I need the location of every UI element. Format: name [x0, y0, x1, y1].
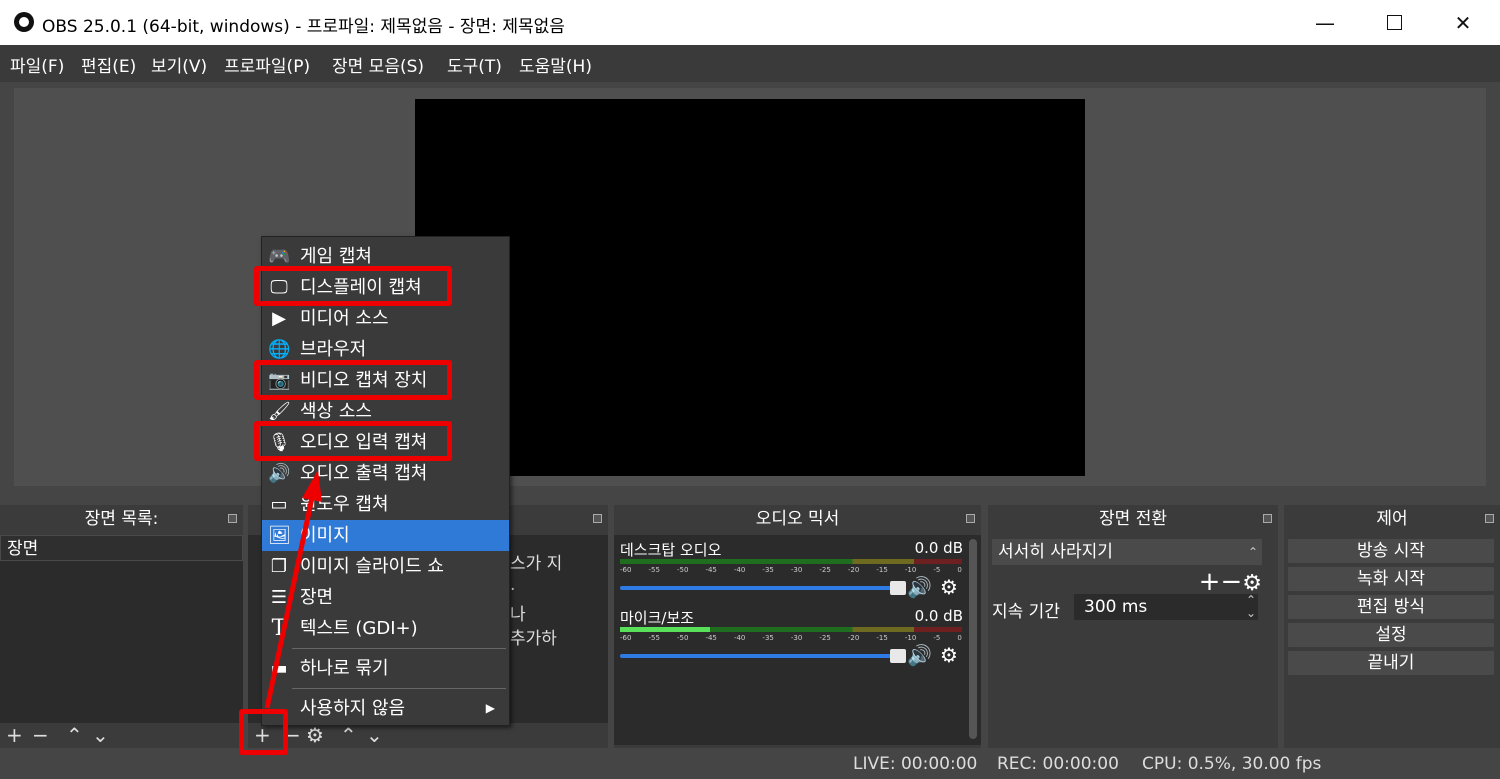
- annotation-arrow: [264, 470, 322, 709]
